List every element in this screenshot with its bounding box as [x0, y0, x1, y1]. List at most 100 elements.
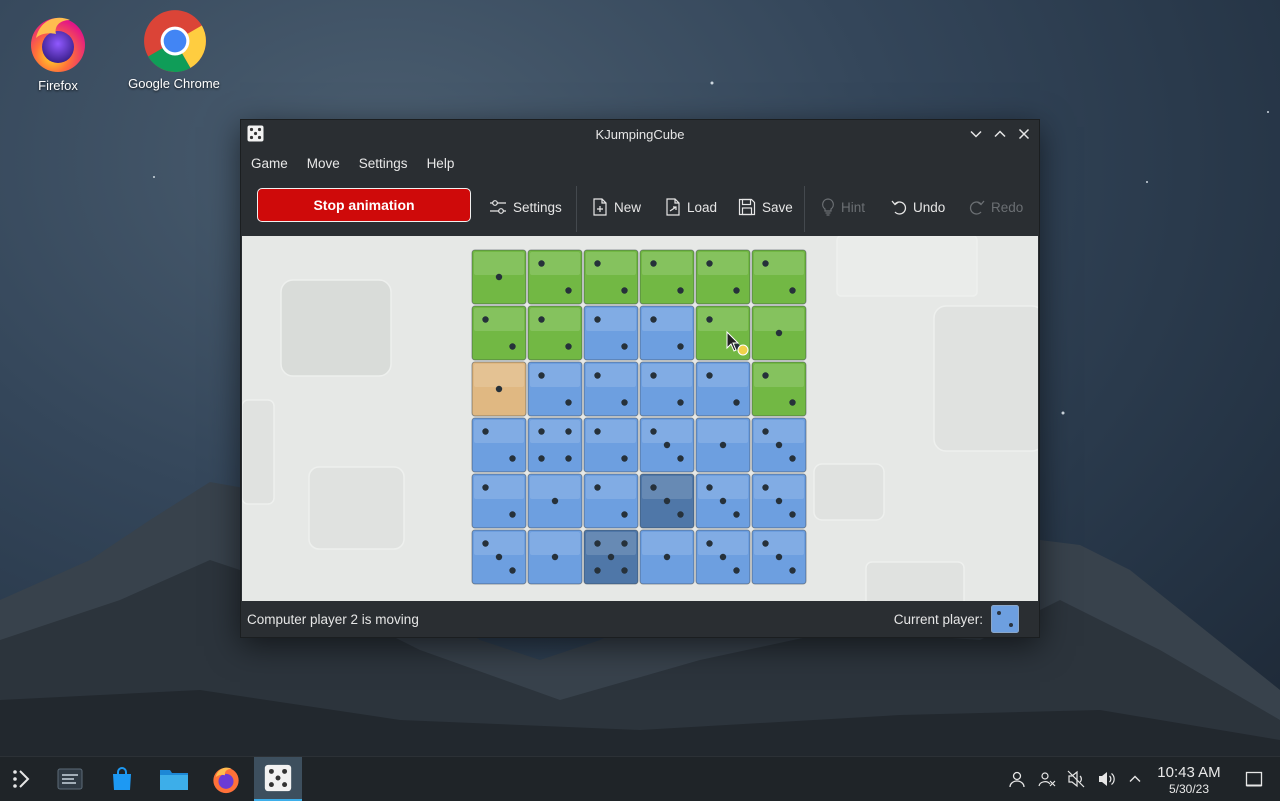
board-cube[interactable] — [751, 305, 807, 361]
board-cube[interactable] — [695, 417, 751, 473]
cube-pip — [621, 511, 628, 518]
stop-animation-button[interactable]: Stop animation — [257, 188, 471, 222]
board-cube[interactable] — [639, 529, 695, 585]
board-cube[interactable] — [695, 361, 751, 417]
cube-pip — [482, 428, 489, 435]
cube-pip — [789, 399, 796, 406]
show-desktop-button[interactable] — [1244, 769, 1264, 789]
status-message: Computer player 2 is moving — [247, 612, 419, 627]
volume-muted-tray-button[interactable] — [1066, 769, 1086, 789]
board-cube[interactable] — [527, 305, 583, 361]
network-tray-button[interactable] — [1037, 769, 1057, 789]
save-button[interactable]: Save — [738, 192, 793, 222]
board-cube[interactable] — [583, 249, 639, 305]
new-label: New — [614, 199, 642, 215]
firefox-task-button[interactable] — [204, 757, 248, 801]
redo-button[interactable]: Redo — [969, 192, 1023, 222]
board-cube[interactable] — [527, 361, 583, 417]
board-cube[interactable] — [751, 417, 807, 473]
board-cube[interactable] — [471, 529, 527, 585]
board-cube[interactable] — [471, 361, 527, 417]
tray-expand-button[interactable] — [1125, 769, 1145, 789]
undo-icon — [891, 200, 907, 215]
board-cube[interactable] — [527, 473, 583, 529]
app-launcher-button[interactable] — [0, 757, 44, 801]
files-button[interactable] — [152, 757, 196, 801]
discover-button[interactable] — [100, 757, 144, 801]
cube-pip — [565, 399, 572, 406]
cube-pip — [789, 567, 796, 574]
board-cube[interactable] — [751, 529, 807, 585]
board-cube[interactable] — [751, 361, 807, 417]
cube-pip — [789, 511, 796, 518]
hint-button[interactable]: Hint — [821, 192, 865, 222]
menu-help[interactable]: Help — [421, 156, 468, 171]
board-cube[interactable] — [639, 361, 695, 417]
desktop-icon-google-chrome[interactable]: Google Chrome — [119, 8, 229, 91]
chevron-down-icon — [970, 130, 982, 138]
app-launcher-icon — [13, 770, 30, 788]
cube-pip — [621, 567, 628, 574]
kjumpingcube-task-button[interactable] — [254, 757, 302, 801]
tray-expand-icon — [1129, 775, 1141, 782]
volume-tray-button[interactable] — [1096, 769, 1116, 789]
board-cube[interactable] — [583, 305, 639, 361]
menu-settings[interactable]: Settings — [353, 156, 421, 171]
new-button[interactable]: New — [592, 192, 641, 222]
cube-pip — [621, 399, 628, 406]
board-cube[interactable] — [639, 417, 695, 473]
cube-pip — [495, 273, 503, 281]
cube-pip — [621, 540, 628, 547]
cube-pip — [565, 287, 572, 294]
cube-pip — [538, 316, 545, 323]
game-area — [242, 236, 1038, 601]
taskbar: 10:43 AM 5/30/23 — [0, 756, 1280, 801]
cube-pip — [650, 372, 657, 379]
close-button[interactable] — [1014, 124, 1034, 144]
board-cube[interactable] — [471, 417, 527, 473]
desktop-icon-firefox[interactable]: Firefox — [3, 10, 113, 93]
board-cube[interactable] — [751, 249, 807, 305]
board-cube[interactable] — [639, 305, 695, 361]
clock[interactable]: 10:43 AM 5/30/23 — [1148, 764, 1230, 796]
board-cube[interactable] — [527, 529, 583, 585]
board-cube[interactable] — [639, 249, 695, 305]
cube-pip — [677, 455, 684, 462]
board-cube[interactable] — [583, 473, 639, 529]
cube-pip — [650, 260, 657, 267]
cube-pip — [509, 511, 516, 518]
menu-game[interactable]: Game — [245, 156, 301, 171]
cube-pip — [551, 553, 559, 561]
board-cube[interactable] — [695, 473, 751, 529]
overview-button[interactable] — [48, 757, 92, 801]
cube-pip — [677, 343, 684, 350]
load-button[interactable]: Load — [665, 192, 717, 222]
toolbar-separator — [576, 186, 577, 232]
cube-pip — [650, 484, 657, 491]
title-bar[interactable]: KJumpingCube — [241, 120, 1039, 148]
desktop-icon-label: Google Chrome — [128, 76, 220, 91]
minimize-button[interactable] — [966, 124, 986, 144]
board-cube[interactable] — [583, 361, 639, 417]
board-cube[interactable] — [695, 249, 751, 305]
board-cube[interactable] — [583, 529, 639, 585]
cube-pip — [762, 484, 769, 491]
board-cube[interactable] — [471, 473, 527, 529]
undo-button[interactable]: Undo — [891, 192, 945, 222]
cube-pip — [663, 441, 671, 449]
board-cube[interactable] — [471, 249, 527, 305]
settings-button[interactable]: Settings — [489, 192, 562, 222]
menu-move[interactable]: Move — [301, 156, 353, 171]
board-cube[interactable] — [527, 417, 583, 473]
board-cube[interactable] — [583, 417, 639, 473]
board-cube[interactable] — [471, 305, 527, 361]
settings-sliders-icon — [490, 200, 506, 214]
board-cube[interactable] — [639, 473, 695, 529]
user-tray-button[interactable] — [1007, 769, 1027, 789]
cube-pip — [565, 343, 572, 350]
maximize-button[interactable] — [990, 124, 1010, 144]
board-cube[interactable] — [527, 249, 583, 305]
board-cube[interactable] — [751, 473, 807, 529]
board-cube[interactable] — [695, 529, 751, 585]
cube-pip — [621, 343, 628, 350]
